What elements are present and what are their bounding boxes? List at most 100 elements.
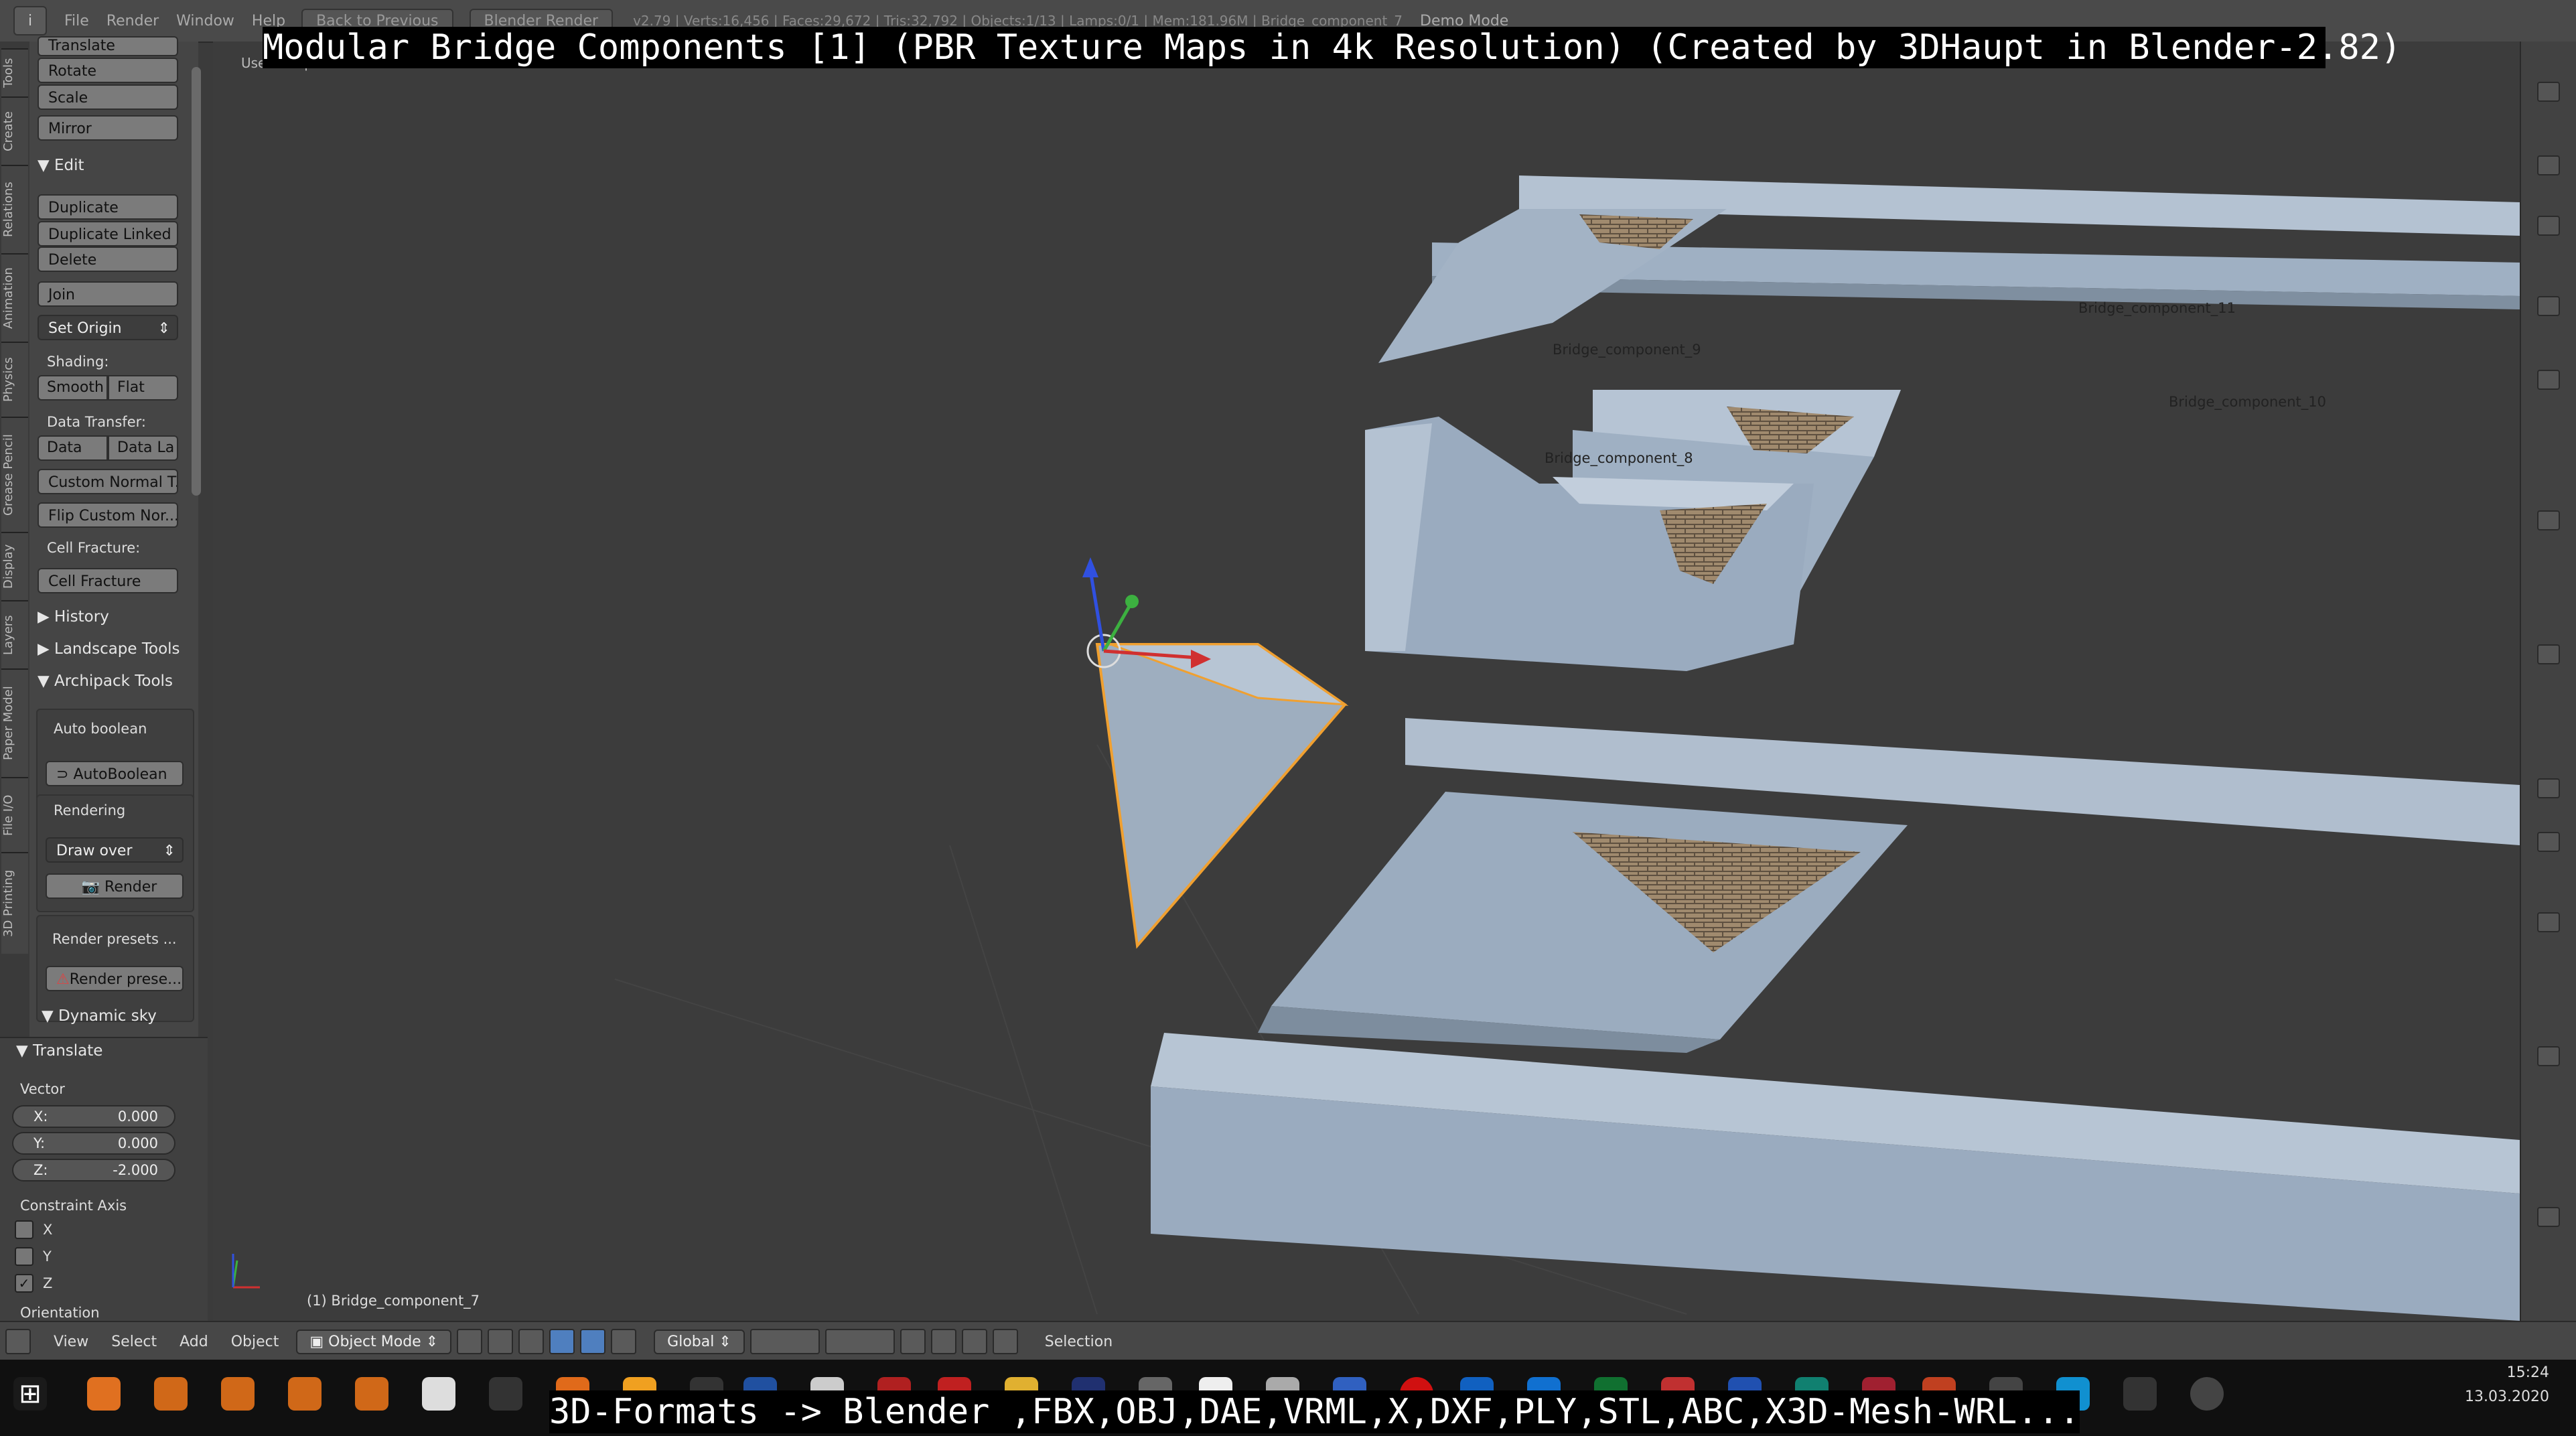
menu-view[interactable]: View xyxy=(54,1334,88,1350)
menu-select[interactable]: Select xyxy=(111,1334,157,1350)
app-icon[interactable] xyxy=(2190,1377,2224,1411)
custom-normal-button[interactable]: Custom Normal T... xyxy=(38,469,178,494)
tab-display[interactable]: Display xyxy=(1,532,28,600)
snap-icon[interactable] xyxy=(930,1329,956,1354)
menu-render[interactable]: Render xyxy=(106,13,159,29)
tool-button[interactable] xyxy=(2537,370,2560,390)
tool-shelf-scrollbar[interactable] xyxy=(192,67,201,496)
flat-button[interactable]: Flat xyxy=(108,375,178,401)
bridge-component-beam[interactable] xyxy=(1151,1033,2520,1321)
constraint-y-checkbox[interactable]: Y xyxy=(15,1247,52,1266)
shading-buttons: Smooth Flat xyxy=(38,375,178,401)
shading-icon[interactable] xyxy=(457,1329,483,1354)
app-icon[interactable] xyxy=(2123,1377,2157,1411)
mode-select[interactable]: ▣ Object Mode ⇕ xyxy=(296,1329,452,1354)
vector-z-field[interactable]: Z: -2.000 xyxy=(12,1159,175,1181)
set-origin-dropdown[interactable]: Set Origin ⇕ xyxy=(38,315,178,340)
orientation-select[interactable]: Global ⇕ xyxy=(654,1329,745,1354)
menu-object[interactable]: Object xyxy=(231,1334,279,1350)
tool-button[interactable] xyxy=(2537,155,2560,175)
rotate-button[interactable]: Rotate xyxy=(38,58,178,83)
menu-window[interactable]: Window xyxy=(176,13,234,29)
translate-button[interactable]: Translate xyxy=(38,36,178,56)
flip-custom-normals-button[interactable]: Flip Custom Nor... xyxy=(38,502,178,528)
tool-button[interactable] xyxy=(2537,778,2560,798)
blender-icon[interactable] xyxy=(87,1377,121,1411)
tab-paper-model[interactable]: Paper Model xyxy=(1,668,28,777)
auto-boolean-button[interactable]: ⊃ AutoBoolean xyxy=(46,761,184,786)
draw-over-dropdown[interactable]: Draw over ⇕ xyxy=(46,837,184,863)
taskbar-clock[interactable]: 15:24 13.03.2020 xyxy=(2465,1361,2549,1409)
vector-x-field[interactable]: X: 0.000 xyxy=(12,1105,175,1128)
tool-button[interactable] xyxy=(2537,216,2560,236)
layers-icon[interactable] xyxy=(825,1329,895,1354)
tab-tools[interactable]: Tools xyxy=(1,48,28,96)
tab-3d-printing[interactable]: 3D Printing xyxy=(1,852,28,954)
blender-icon[interactable] xyxy=(221,1377,255,1411)
mirror-button[interactable]: Mirror xyxy=(38,115,178,141)
3d-viewport[interactable]: User Persp (1) Bridge_component_7 Bridge… xyxy=(213,42,2520,1321)
bridge-component-11[interactable] xyxy=(1378,175,2520,363)
cell-fracture-button[interactable]: Cell Fracture xyxy=(38,568,178,593)
tool-button[interactable] xyxy=(2537,1046,2560,1066)
layers-icon[interactable] xyxy=(749,1329,820,1354)
tab-create[interactable]: Create xyxy=(1,96,28,165)
view-axes-icon xyxy=(232,1254,260,1289)
tool-button[interactable] xyxy=(2537,644,2560,664)
tool-button[interactable] xyxy=(2537,510,2560,530)
tab-relations[interactable]: Relations xyxy=(1,165,28,253)
bridge-component-7-selected[interactable] xyxy=(1095,643,1349,949)
blender-icon[interactable] xyxy=(154,1377,188,1411)
blender-icon[interactable] xyxy=(288,1377,321,1411)
translate-manipulator-icon[interactable] xyxy=(549,1329,575,1354)
tool-button[interactable] xyxy=(2537,296,2560,316)
windows-start-icon[interactable]: ⊞ xyxy=(13,1377,47,1411)
tab-physics[interactable]: Physics xyxy=(1,342,28,417)
data-button[interactable]: Data xyxy=(38,435,108,461)
tab-animation[interactable]: Animation xyxy=(1,253,28,342)
duplicate-linked-button[interactable]: Duplicate Linked xyxy=(38,221,178,246)
data-layout-button[interactable]: Data La xyxy=(108,435,178,461)
delete-button[interactable]: Delete xyxy=(38,246,178,272)
tab-layers[interactable]: Layers xyxy=(1,600,28,668)
scale-button[interactable]: Scale xyxy=(38,84,178,110)
constraint-z-checkbox[interactable]: ✓ Z xyxy=(15,1274,52,1293)
snap-target-icon[interactable] xyxy=(961,1329,987,1354)
vector-y-field[interactable]: Y: 0.000 xyxy=(12,1132,175,1155)
app-icon[interactable] xyxy=(489,1377,522,1411)
constraint-x-checkbox[interactable]: X xyxy=(15,1220,52,1239)
app-icon[interactable] xyxy=(422,1377,455,1411)
rotate-manipulator-icon[interactable] xyxy=(580,1329,606,1354)
render-button-label: Render xyxy=(104,879,157,895)
render-icon[interactable] xyxy=(992,1329,1018,1354)
scroll-button[interactable] xyxy=(2537,82,2560,102)
object-label-11: Bridge_component_11 xyxy=(2078,300,2236,316)
tool-button[interactable] xyxy=(2537,1207,2560,1227)
menu-add[interactable]: Add xyxy=(180,1334,208,1350)
blender-icon[interactable] xyxy=(355,1377,388,1411)
render-button[interactable]: 📷 Render xyxy=(46,873,184,899)
tool-button[interactable] xyxy=(2537,912,2560,932)
render-presets-button[interactable]: ⚠Render prese... xyxy=(46,966,184,991)
archipack-tools-header[interactable]: ▼ Archipack Tools xyxy=(38,672,173,690)
smooth-button[interactable]: Smooth xyxy=(38,375,108,401)
history-header[interactable]: ▶ History xyxy=(38,608,109,626)
dynamic-sky-header[interactable]: ▼ Dynamic sky xyxy=(42,1007,157,1025)
tab-grease-pencil[interactable]: Grease Pencil xyxy=(1,417,28,532)
operator-header[interactable]: ▼ Translate xyxy=(16,1042,102,1060)
duplicate-button[interactable]: Duplicate xyxy=(38,194,178,220)
manipulator-icon[interactable] xyxy=(518,1329,545,1354)
tab-file-io[interactable]: File I/O xyxy=(1,777,28,852)
proportional-icon[interactable] xyxy=(900,1329,926,1354)
tool-button[interactable] xyxy=(2537,832,2560,852)
pivot-icon[interactable] xyxy=(488,1329,514,1354)
editor-type-icon[interactable] xyxy=(5,1329,31,1354)
object-label-8: Bridge_component_8 xyxy=(1545,450,1693,466)
menu-file[interactable]: File xyxy=(64,13,89,29)
editor-type-icon[interactable]: i xyxy=(13,6,47,35)
scale-manipulator-icon[interactable] xyxy=(611,1329,637,1354)
join-button[interactable]: Join xyxy=(38,281,178,307)
edit-header[interactable]: ▼ Edit xyxy=(38,157,84,174)
bridge-component-slab[interactable] xyxy=(1258,718,2520,1053)
landscape-tools-header[interactable]: ▶ Landscape Tools xyxy=(38,640,180,658)
